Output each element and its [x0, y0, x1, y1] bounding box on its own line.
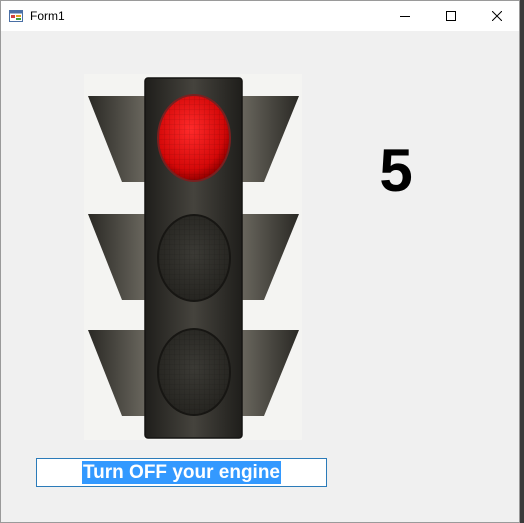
maximize-icon	[446, 11, 456, 21]
winforms-app-icon[interactable]	[9, 9, 23, 23]
red-lamp	[157, 94, 231, 182]
desktop-background	[520, 0, 524, 523]
form-window: Form1 5 Turn OFF your engine	[0, 0, 520, 523]
traffic-light-picture	[84, 74, 302, 440]
minimize-icon	[400, 11, 410, 21]
yellow-lamp	[157, 214, 231, 302]
close-button[interactable]	[474, 1, 520, 31]
message-textbox[interactable]: Turn OFF your engine	[36, 458, 327, 487]
minimize-button[interactable]	[382, 1, 428, 31]
countdown-label: 5	[379, 137, 413, 204]
form-client-area: 5 Turn OFF your engine	[1, 31, 519, 522]
green-lamp	[157, 328, 231, 416]
title-bar[interactable]: Form1	[1, 1, 519, 31]
maximize-button[interactable]	[428, 1, 474, 31]
close-icon	[492, 11, 502, 21]
window-title: Form1	[30, 9, 65, 23]
message-selected-text: Turn OFF your engine	[81, 461, 282, 484]
